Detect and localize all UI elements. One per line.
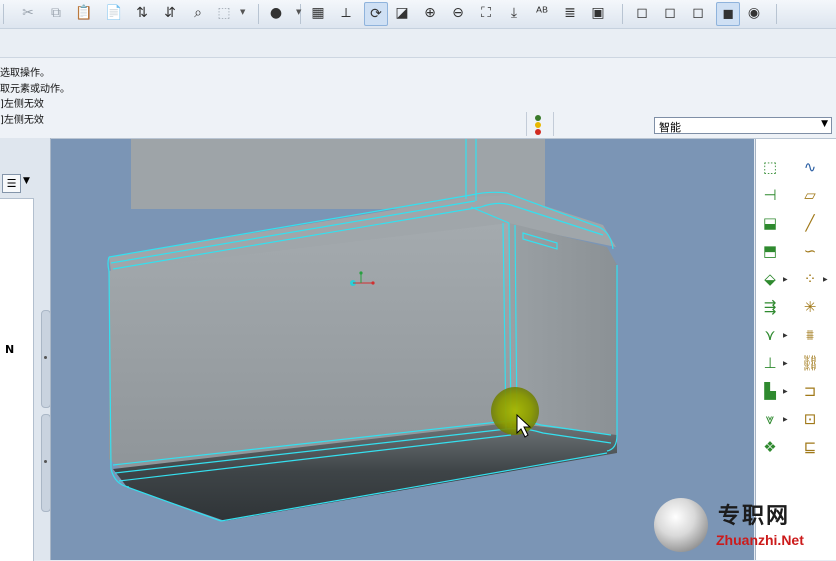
extrude-tool-icon[interactable]: ⬓ <box>760 213 780 233</box>
analysis-feature-icon[interactable]: ⩩ <box>800 325 820 345</box>
coordinate-system-icon[interactable]: ✳ <box>800 297 820 317</box>
blend-tool-icon[interactable]: ⇶ <box>760 297 780 317</box>
toolbar-separator <box>622 4 623 24</box>
toolbar-separator <box>3 4 4 24</box>
paste-icon[interactable]: 📋 <box>74 3 94 23</box>
scrollbar[interactable] <box>41 414 51 512</box>
flyout-arrow-icon[interactable]: ▶ <box>783 388 788 395</box>
model-tree: N <box>0 198 34 561</box>
copy-icon[interactable]: ⧉ <box>46 3 66 23</box>
shell-tool-icon[interactable]: ⊥ <box>760 353 780 373</box>
status-light-icon <box>535 129 541 135</box>
preselection-highlight <box>491 387 539 435</box>
revolve-tool-icon[interactable]: ⬒ <box>760 241 780 261</box>
status-divider <box>553 112 554 136</box>
hidden-line-icon[interactable]: ◻ <box>660 3 680 23</box>
sweep-tool-icon[interactable]: ⬙ <box>760 269 780 289</box>
shading-icon[interactable]: ◼ <box>716 2 740 26</box>
refit-icon[interactable]: ⛶ <box>476 3 496 23</box>
saved-views-icon[interactable]: ▣ <box>588 3 608 23</box>
message-line: 选取操作。 <box>0 68 50 79</box>
toolbar-row-empty <box>0 29 836 57</box>
view-display-icon[interactable]: ▦ <box>308 3 328 23</box>
flyout-arrow-icon[interactable]: ▶ <box>783 276 788 283</box>
layers-icon[interactable]: ≣ <box>560 3 580 23</box>
main-toolbar: ✂ ⧉ 📋 📄 ⇅ ⇵ ⌕ ⬚ ● ▦ ⟂ ⟳ ◪ ⊕ ⊖ ⛶ ⤓ ᴬᴮ ≣ ▣ ◻ ◻ ◻ ◼ ◉ ▼ ▼ <box>0 0 836 29</box>
watermark-logo <box>654 498 708 552</box>
flyout-arrow-icon[interactable]: ▶ <box>783 332 788 339</box>
graphics-viewport[interactable] <box>51 139 754 560</box>
insert-image-icon[interactable]: ⊡ <box>800 409 820 429</box>
datum-curve-icon[interactable]: ∽ <box>800 241 820 261</box>
message-line: 取元素或动作。 <box>0 84 70 95</box>
chevron-down-icon: ▼ <box>821 119 828 129</box>
selection-filter-dropdown[interactable]: 智能 ▼ <box>654 117 832 134</box>
regenerate-manager-icon[interactable]: ⇵ <box>160 3 180 23</box>
message-line: ]左侧无效 <box>0 115 44 126</box>
sketch-curve-icon[interactable]: ∿ <box>800 157 820 177</box>
copy-feature-icon[interactable]: ⊑ <box>800 437 820 457</box>
reorient-icon[interactable]: ⤓ <box>504 3 524 23</box>
cut-icon[interactable]: ✂ <box>18 3 38 23</box>
flyout-arrow-icon[interactable]: ▶ <box>823 276 828 283</box>
status-light-icon <box>535 115 541 121</box>
watermark: 专职网 Zhuanzhi.Net <box>652 496 832 556</box>
wireframe-icon[interactable]: ◻ <box>632 3 652 23</box>
watermark-url: Zhuanzhi.Net <box>716 532 804 548</box>
watermark-text: 专职网 <box>718 503 791 529</box>
annotation-feature-icon[interactable]: ⊐ <box>800 381 820 401</box>
draft-tool-icon[interactable]: ⩔ <box>760 409 780 429</box>
navigator-panel: ☰ ▼ N <box>0 138 51 561</box>
flyout-arrow-icon[interactable]: ▶ <box>783 360 788 367</box>
status-light-icon <box>535 122 541 128</box>
regenerate-icon[interactable]: ⇅ <box>132 3 152 23</box>
toolbar-separator <box>258 4 259 24</box>
orient-icon[interactable]: ◪ <box>392 3 412 23</box>
enhanced-realism-icon[interactable]: ◉ <box>744 3 764 23</box>
datum-plane-icon[interactable]: ▱ <box>800 185 820 205</box>
model-view <box>107 139 618 522</box>
scrollbar[interactable] <box>41 310 51 408</box>
rib-tool-icon[interactable]: ▙ <box>760 381 780 401</box>
flyout-arrow-icon[interactable]: ▶ <box>783 416 788 423</box>
message-line: ]左侧无效 <box>0 99 44 110</box>
sash-grip <box>44 460 47 463</box>
spin-center-icon[interactable]: ⟳ <box>364 2 388 26</box>
datum-point-icon[interactable]: ⁘ <box>800 269 820 289</box>
filter-value: 智能 <box>659 121 681 134</box>
regeneration-status-icon[interactable] <box>534 114 542 136</box>
sash-grip <box>44 356 47 359</box>
select-box-icon[interactable]: ⬚ <box>214 3 234 23</box>
datum-axis-icon[interactable]: ╱ <box>800 213 820 233</box>
round-tool-icon[interactable]: ❖ <box>760 437 780 457</box>
paste-special-icon[interactable]: 📄 <box>104 3 124 23</box>
datum-axis-tool-icon[interactable]: ⊣ <box>760 185 780 205</box>
zoom-out-icon[interactable]: ⊖ <box>448 3 468 23</box>
chain-icon[interactable]: ⛓ <box>800 353 820 373</box>
appearance-sphere-icon[interactable]: ● <box>266 3 286 23</box>
chevron-down-icon[interactable]: ▼ <box>23 176 30 186</box>
no-hidden-icon[interactable]: ◻ <box>688 3 708 23</box>
annotation-icon[interactable]: ᴬᴮ <box>532 3 552 23</box>
chevron-down-icon[interactable]: ▼ <box>240 8 245 16</box>
status-divider <box>526 112 527 136</box>
zoom-in-icon[interactable]: ⊕ <box>420 3 440 23</box>
tree-settings-icon[interactable]: ☰ <box>2 174 21 193</box>
datum-plane-tool-icon[interactable]: ⬚ <box>760 157 780 177</box>
chevron-down-icon[interactable]: ▼ <box>296 8 301 16</box>
hole-tool-icon[interactable]: ⋎ <box>760 325 780 345</box>
model-tree-label: N <box>5 343 15 356</box>
find-icon[interactable]: ⌕ <box>188 3 208 23</box>
datum-display-icon[interactable]: ⟂ <box>336 3 356 23</box>
toolbar-separator <box>776 4 777 24</box>
